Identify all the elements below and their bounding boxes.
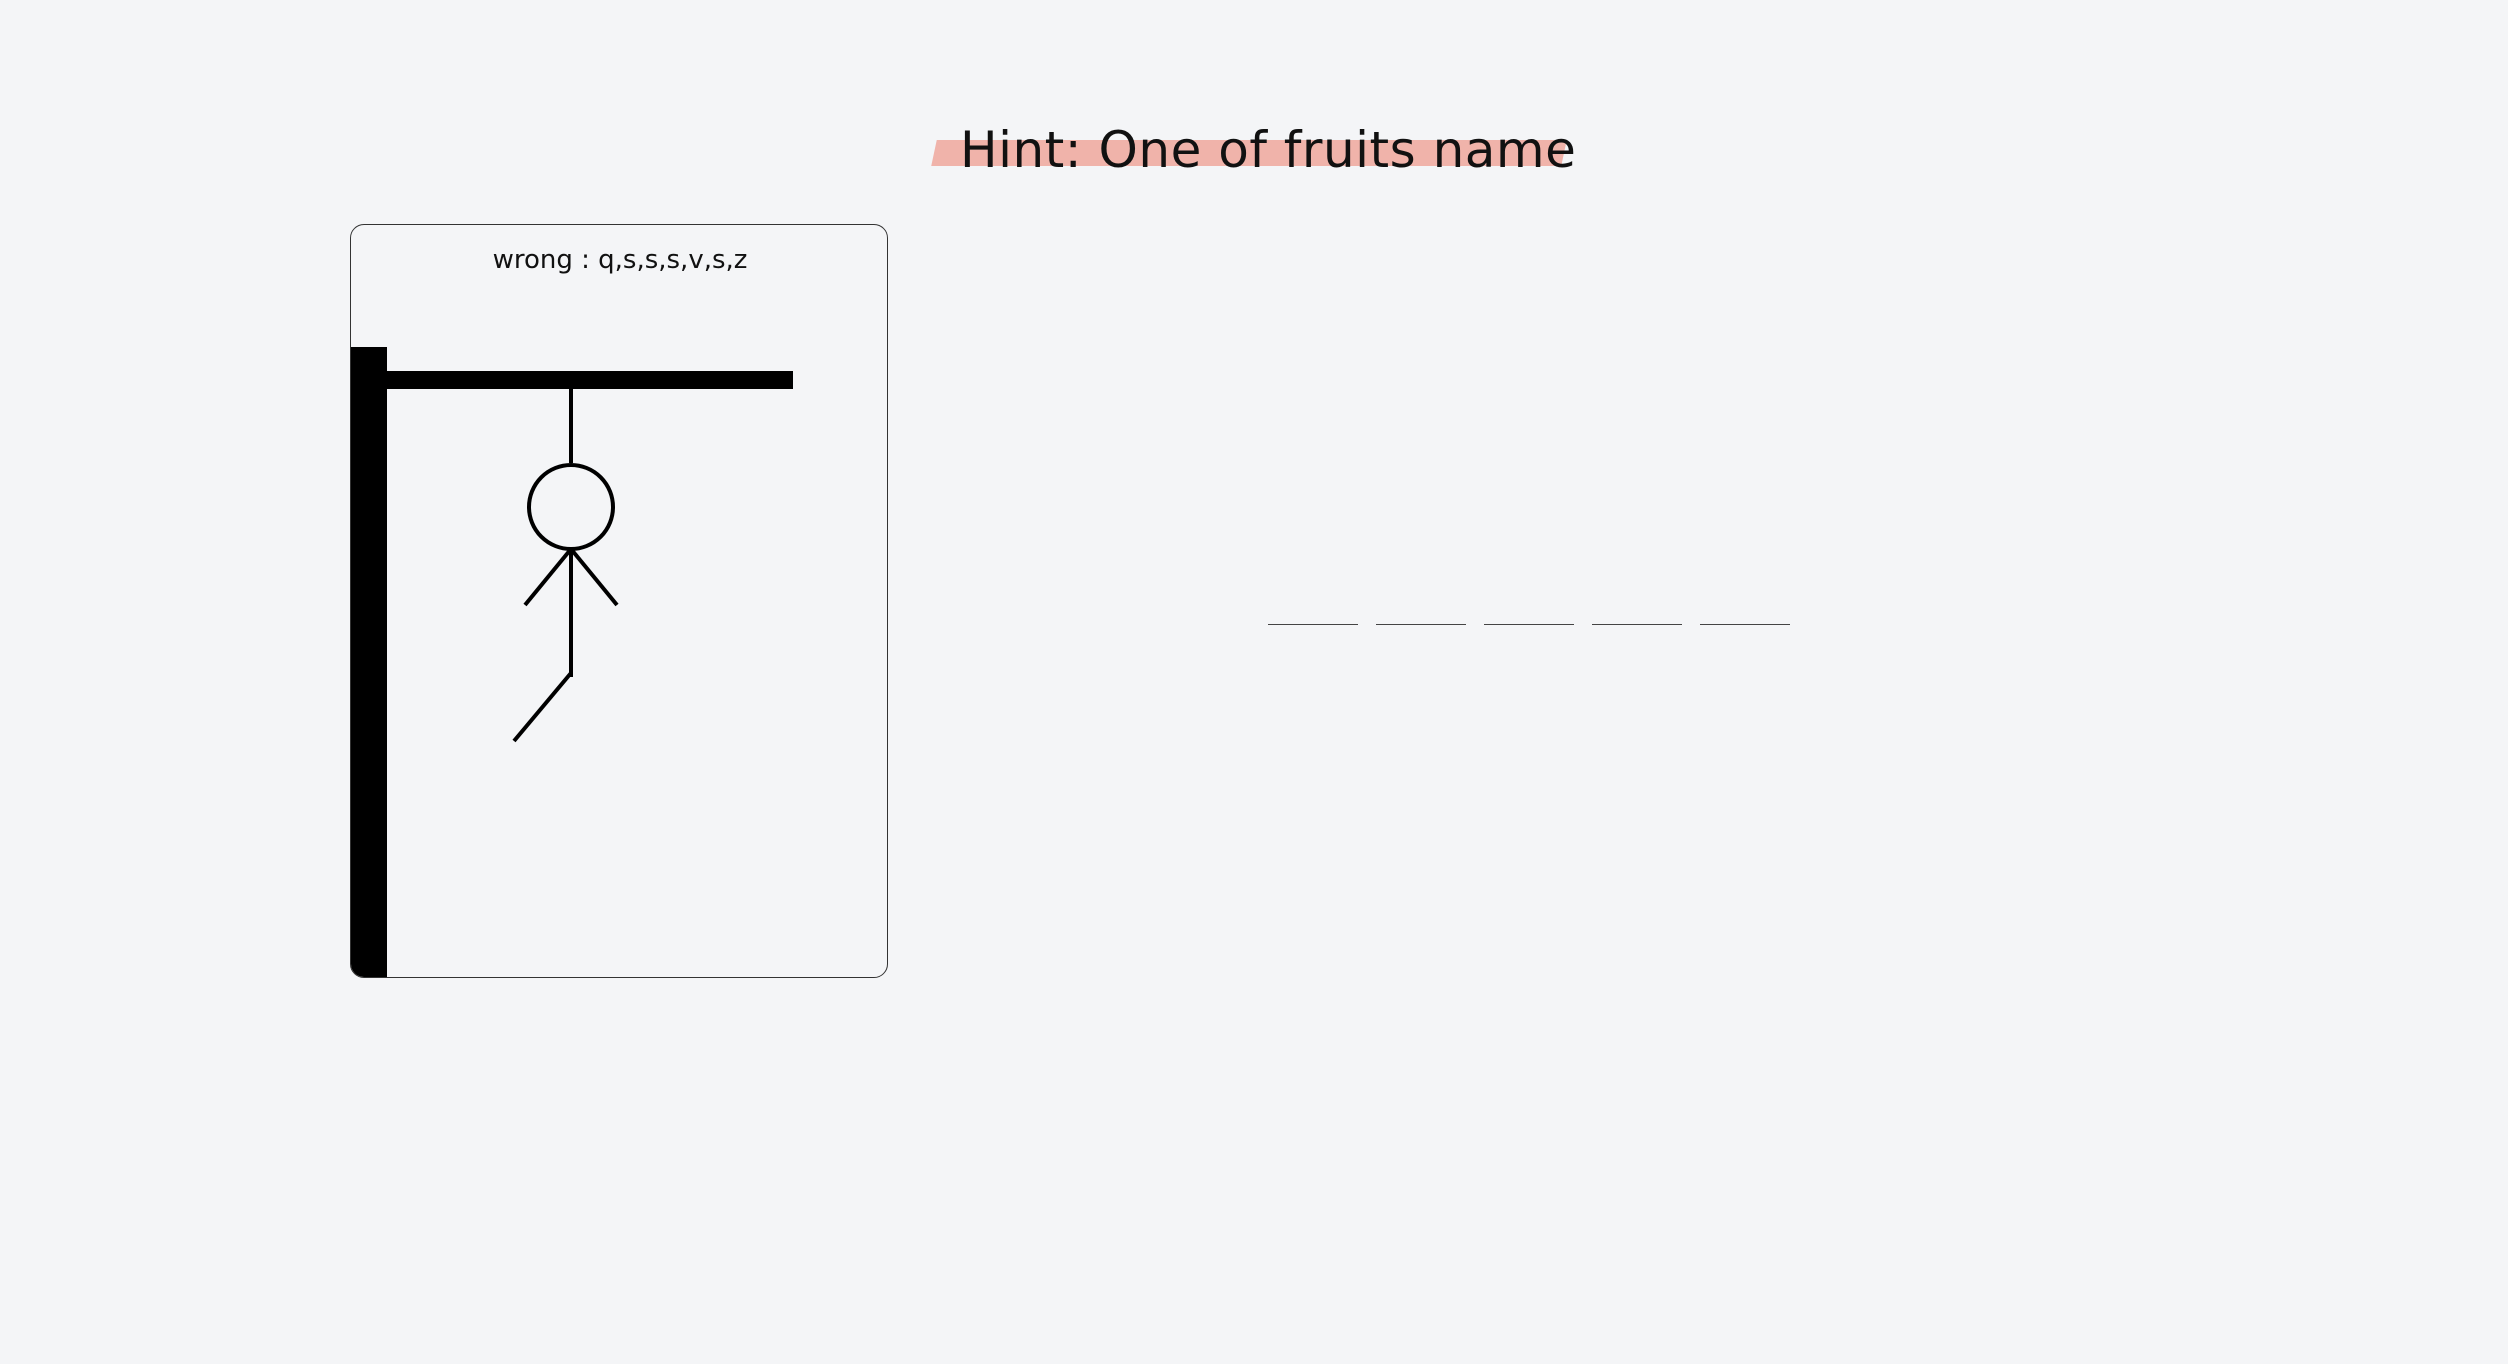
gallows-beam	[387, 371, 793, 389]
hangman-right-arm	[569, 547, 619, 607]
word-slots	[1268, 600, 1790, 640]
letter-slot	[1700, 600, 1790, 625]
letter-slot	[1268, 600, 1358, 625]
gallows-card: wrong : q,s,s,s,v,s,z	[350, 224, 888, 978]
letter-slot	[1484, 600, 1574, 625]
letter-slot	[1376, 600, 1466, 625]
hint-text: Hint: One of fruits name	[960, 121, 1577, 179]
letter-slot	[1592, 600, 1682, 625]
hint-banner: Hint: One of fruits name	[930, 110, 1576, 180]
hangman-drawing	[351, 347, 793, 977]
hangman-left-arm	[523, 547, 573, 607]
hangman-head	[527, 463, 615, 551]
hangman-left-leg	[512, 671, 573, 743]
gallows-post	[351, 347, 387, 977]
